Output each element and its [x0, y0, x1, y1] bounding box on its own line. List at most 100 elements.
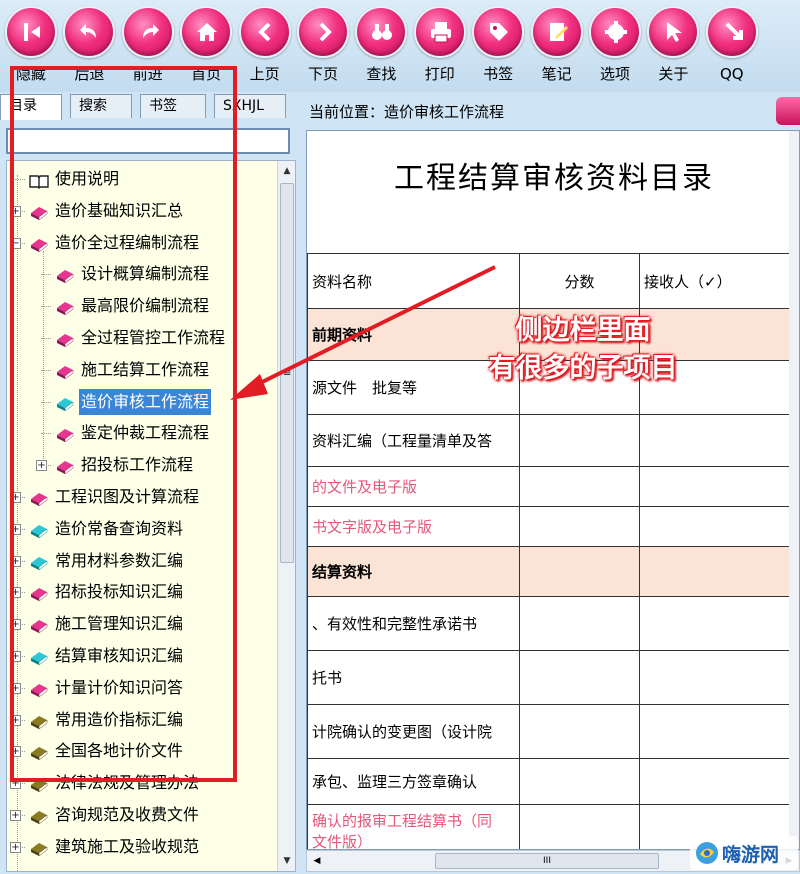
breadcrumb-path: 造价审核工作流程 [384, 103, 505, 121]
forward-icon [142, 24, 159, 38]
cell-name-text: 书文字版及电子版 [312, 518, 433, 536]
expand-icon[interactable]: + [10, 841, 21, 853]
toolbar-button-circle [355, 6, 408, 58]
cell-count [519, 414, 640, 467]
toolbar-button-label: 查找 [366, 65, 397, 83]
cell-receiver [639, 506, 791, 547]
tree-item-label: 建筑施工及验收规范 [55, 836, 200, 856]
toolbar-button-11[interactable]: 关于 [644, 3, 702, 89]
cell-count [519, 804, 640, 849]
printer-icon [430, 22, 451, 43]
hide-icon [24, 23, 40, 41]
toolbar-button-circle [705, 6, 758, 58]
toolbar-button-12[interactable]: QQ [703, 3, 761, 89]
toolbar-button-label: 书签 [483, 65, 514, 83]
content-panel: 当前位置：造价审核工作流程 工程结算审核资料目录 资料名称 分数 接收人（✓） … [303, 92, 800, 874]
toolbar-button-label: 上页 [249, 65, 280, 83]
next-page-icon [319, 22, 332, 42]
toolbar-button-circle [121, 6, 174, 58]
toolbar-button-circle [589, 6, 641, 58]
cell-name: 、有效性和完整性承诺书 [307, 596, 520, 651]
cell-name-text: 承包、监理三方签章确认 [312, 773, 478, 791]
cell-count [519, 506, 640, 547]
cell-name: 承包、监理三方签章确认 [307, 758, 520, 805]
cell-name-text: 、有效性和完整性承诺书 [312, 615, 478, 633]
back-icon [80, 24, 97, 38]
toolbar-button-circle [530, 6, 583, 58]
cell-receiver [639, 466, 791, 507]
note-icon [549, 23, 568, 41]
cursor-icon [667, 22, 683, 42]
book-icon [29, 807, 49, 825]
table-row: 资料汇编（工程量清单及答 [307, 414, 791, 467]
tree-item[interactable]: + 建筑施工及验收规范 [7, 834, 277, 860]
watermark-logo-icon [696, 842, 718, 864]
cell-name-text: 计院确认的变更图（设计院 [312, 723, 493, 741]
cell-name-text: 结算资料 [312, 563, 373, 581]
toolbar-button-circle [5, 6, 57, 58]
toolbar-button-circle [238, 6, 291, 58]
tree-scrollbar[interactable]: ▲ ≡ ▼ [277, 161, 295, 871]
table-row: 计院确认的变更图（设计院 [307, 704, 791, 759]
cell-count [519, 596, 640, 651]
table-header-row: 资料名称 分数 接收人（✓） [307, 253, 791, 309]
toolbar-button-9[interactable]: 笔记 [528, 3, 586, 89]
toolbar-button-label: 笔记 [541, 65, 572, 83]
cell-name-text-2: 文件版） [312, 832, 373, 850]
cell-count [519, 704, 640, 759]
scroll-up-icon[interactable]: ▲ [280, 163, 294, 179]
breadcrumb: 当前位置：造价审核工作流程 [309, 101, 504, 122]
cell-receiver [639, 704, 791, 759]
cell-name-text: 确认的报审工程结算书（同 [312, 811, 493, 830]
bookmark-tag-icon [490, 23, 509, 41]
toolbar-button-4[interactable]: 上页 [236, 3, 294, 89]
cell-count [519, 546, 640, 597]
toolbar-button-circle [647, 6, 700, 58]
cell-receiver [639, 758, 791, 805]
location-bar: 当前位置：造价审核工作流程 [303, 92, 800, 130]
toolbar-button-label: QQ [719, 65, 744, 83]
cell-name-text: 托书 [312, 669, 343, 687]
toolbar-button-6[interactable]: 查找 [352, 3, 410, 89]
toolbar-button-7[interactable]: 打印 [411, 3, 469, 89]
scroll-left-icon[interactable]: ◀ [309, 853, 325, 869]
cell-count [519, 758, 640, 805]
panel-menu-button[interactable] [776, 97, 800, 125]
table-row: 托书 [307, 650, 791, 705]
prev-page-icon [257, 22, 271, 42]
cell-receiver [639, 546, 791, 597]
document-title: 工程结算审核资料目录 [394, 161, 714, 196]
cell-name: 确认的报审工程结算书（同 文件版） [307, 804, 520, 850]
cell-count [519, 466, 640, 507]
toolbar-button-5[interactable]: 下页 [294, 3, 352, 89]
table-row: 的文件及电子版 [307, 466, 791, 507]
section-row: 结算资料 [307, 546, 791, 597]
book-icon [29, 839, 49, 857]
tree-item-label: 咨询规范及收费文件 [55, 805, 200, 824]
scroll-thumb[interactable]: ≡ [280, 183, 294, 563]
annotation-line-2: 有很多的子项目 [488, 353, 678, 384]
cell-receiver [639, 596, 791, 651]
cell-name: 的文件及电子版 [307, 466, 520, 507]
highlight-box [10, 66, 237, 782]
table-row: 、有效性和完整性承诺书 [307, 596, 791, 651]
tree-item[interactable]: + 咨询规范及收费文件 [7, 802, 277, 828]
expand-icon[interactable]: + [10, 810, 21, 821]
cell-name: 资料汇编（工程量清单及答 [307, 414, 520, 467]
header-receiver: 接收人（✓） [639, 253, 791, 309]
scroll-down-icon[interactable]: ▼ [280, 853, 294, 869]
toolbar-button-label: 关于 [658, 65, 689, 83]
watermark: 嗨游网 [690, 836, 798, 870]
document-vscrollbar[interactable] [789, 131, 799, 849]
breadcrumb-prefix: 当前位置： [309, 103, 385, 121]
toolbar-button-8[interactable]: 书签 [469, 3, 527, 89]
cell-receiver [639, 650, 791, 705]
binoculars-icon [372, 24, 393, 40]
toolbar-button-circle [413, 6, 466, 58]
home-icon [197, 23, 218, 41]
toolbar-button-10[interactable]: 选项 [586, 3, 644, 89]
cell-name: 托书 [307, 650, 520, 705]
hscroll-thumb[interactable]: III [435, 853, 659, 869]
document-view: 工程结算审核资料目录 资料名称 分数 接收人（✓） 前期资料 源文件 批复等 资料汇… [306, 130, 800, 850]
cell-receiver [639, 414, 791, 467]
